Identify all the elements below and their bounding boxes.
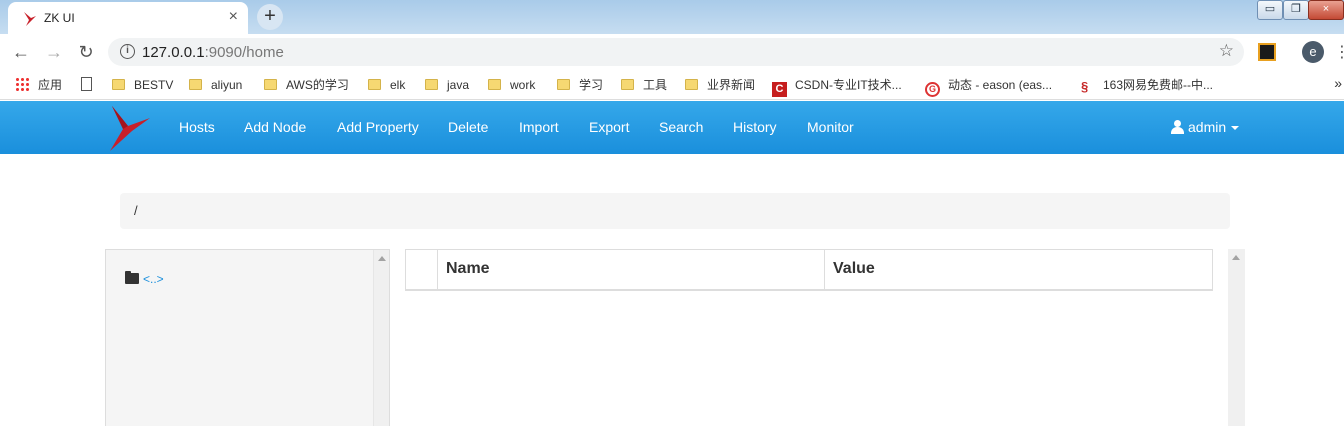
nav-hosts[interactable]: Hosts xyxy=(179,119,215,135)
page-scrollbar[interactable] xyxy=(1228,249,1245,426)
bookmark-folder[interactable]: 工具 xyxy=(621,76,667,94)
bookmark-folder[interactable]: 学习 xyxy=(557,76,603,94)
bookmark-label: elk xyxy=(390,78,406,92)
minimize-button[interactable]: ▭ xyxy=(1257,0,1283,20)
folder-icon xyxy=(189,79,202,90)
browser-tab-strip: ZK UI × + ▭ ❐ × xyxy=(0,0,1344,34)
close-window-button[interactable]: × xyxy=(1308,0,1344,20)
bookmark-folder[interactable]: work xyxy=(488,76,535,94)
browser-tab[interactable]: ZK UI × xyxy=(8,2,248,34)
bookmark-label: 学习 xyxy=(579,78,604,92)
bookmark-label: BESTV xyxy=(134,78,174,92)
nav-import[interactable]: Import xyxy=(519,119,559,135)
folder-icon xyxy=(112,79,125,90)
nav-export[interactable]: Export xyxy=(589,119,629,135)
bookmark-label: 工具 xyxy=(643,78,668,92)
csdn-icon: C xyxy=(772,82,787,97)
forward-arrow-icon[interactable]: → xyxy=(43,41,65,63)
user-name: admin xyxy=(1188,119,1227,135)
page-icon xyxy=(81,77,92,91)
folder-icon xyxy=(125,271,139,284)
nav-delete[interactable]: Delete xyxy=(448,119,488,135)
zk-bird-favicon-icon xyxy=(24,12,36,26)
bookmark-folder[interactable]: AWS的学习 xyxy=(264,76,349,94)
bookmark-csdn[interactable]: C CSDN-专业IT技术... xyxy=(772,76,902,97)
scroll-up-arrow-icon[interactable] xyxy=(378,256,386,261)
url-path: :9090/home xyxy=(204,44,284,61)
extension-icon[interactable] xyxy=(1258,43,1276,61)
browser-toolbar: ← → ↻ i 127.0.0.1:9090/home ☆ e ⋮ xyxy=(0,34,1344,70)
nav-history[interactable]: History xyxy=(733,119,777,135)
bookmark-label: java xyxy=(447,78,470,92)
bookmark-label: 业界新闻 xyxy=(707,78,756,92)
column-header-name: Name xyxy=(437,249,825,291)
bookmark-dynamic[interactable]: G 动态 - eason (eas... xyxy=(925,76,1053,97)
info-icon[interactable]: i xyxy=(120,44,135,59)
folder-icon xyxy=(368,79,381,90)
select-column-header xyxy=(405,249,438,291)
bookmark-folder[interactable]: BESTV xyxy=(112,76,173,94)
zk-bird-logo-icon[interactable] xyxy=(106,104,152,152)
bookmark-folder[interactable]: java xyxy=(425,76,469,94)
parent-link[interactable]: <..> xyxy=(143,272,164,286)
reload-icon[interactable]: ↻ xyxy=(75,41,97,63)
column-header-value: Value xyxy=(824,249,1213,291)
url-host: 127.0.0.1 xyxy=(142,44,205,61)
new-tab-button[interactable]: + xyxy=(257,4,283,30)
address-bar[interactable]: i 127.0.0.1:9090/home ☆ xyxy=(108,38,1244,66)
bookmark-folder[interactable]: 业界新闻 xyxy=(685,76,755,94)
nav-search[interactable]: Search xyxy=(659,119,703,135)
bookmark-folder[interactable]: aliyun xyxy=(189,76,242,94)
nav-add-property[interactable]: Add Property xyxy=(337,119,419,135)
star-icon[interactable]: ☆ xyxy=(1219,41,1234,61)
netease-mail-icon: § xyxy=(1081,79,1089,94)
tree-parent-item[interactable]: <..> xyxy=(125,271,164,286)
caret-down-icon xyxy=(1231,126,1240,130)
scroll-up-arrow-icon[interactable] xyxy=(1232,255,1240,260)
apps-grid-icon xyxy=(15,77,29,91)
menu-icon[interactable]: ⋮ xyxy=(1334,42,1344,62)
bookmark-label: AWS的学习 xyxy=(286,78,349,92)
breadcrumb: / xyxy=(120,193,1230,229)
tab-close-icon[interactable]: × xyxy=(229,8,238,26)
profile-avatar[interactable]: e xyxy=(1302,41,1324,63)
folder-icon xyxy=(488,79,501,90)
bookmark-label: CSDN-专业IT技术... xyxy=(795,78,902,92)
user-menu[interactable]: admin xyxy=(1171,119,1240,135)
node-tree-panel: <..> xyxy=(105,249,390,426)
bookmark-folder[interactable]: elk xyxy=(368,76,405,94)
folder-icon xyxy=(425,79,438,90)
bookmark-label: 动态 - eason (eas... xyxy=(948,78,1053,92)
property-table: Name Value xyxy=(405,249,1213,291)
maximize-button[interactable]: ❐ xyxy=(1283,0,1309,20)
bookmark-label: work xyxy=(510,78,536,92)
bookmarks-overflow-button[interactable]: » xyxy=(1334,75,1342,91)
bookmark-label: aliyun xyxy=(211,78,243,92)
bookmark-apps[interactable]: 应用 xyxy=(15,76,62,94)
folder-icon xyxy=(621,79,634,90)
tab-title: ZK UI xyxy=(44,11,75,25)
app-navbar: Hosts Add Node Add Property Delete Impor… xyxy=(0,101,1344,154)
user-icon xyxy=(1171,120,1184,134)
back-arrow-icon[interactable]: ← xyxy=(10,41,32,63)
bookmark-163mail[interactable]: § 163网易免费邮--中... xyxy=(1081,76,1213,94)
nav-add-node[interactable]: Add Node xyxy=(244,119,306,135)
breadcrumb-root[interactable]: / xyxy=(134,203,138,218)
folder-icon xyxy=(264,79,277,90)
tree-scrollbar[interactable] xyxy=(373,250,389,426)
bookmark-label: 应用 xyxy=(38,78,63,92)
bookmark-label: 163网易免费邮--中... xyxy=(1103,78,1214,92)
folder-icon xyxy=(557,79,570,90)
nav-monitor[interactable]: Monitor xyxy=(807,119,854,135)
property-table-area: Name Value xyxy=(405,249,1213,291)
bookmarks-bar: 应用 BESTV aliyun AWS的学习 elk java work 学习 … xyxy=(0,70,1344,100)
folder-icon xyxy=(685,79,698,90)
table-header-row: Name Value xyxy=(405,249,1213,291)
gitee-icon: G xyxy=(925,82,940,97)
bookmark-page[interactable] xyxy=(81,76,92,94)
url-text[interactable]: 127.0.0.1:9090/home xyxy=(142,44,284,61)
